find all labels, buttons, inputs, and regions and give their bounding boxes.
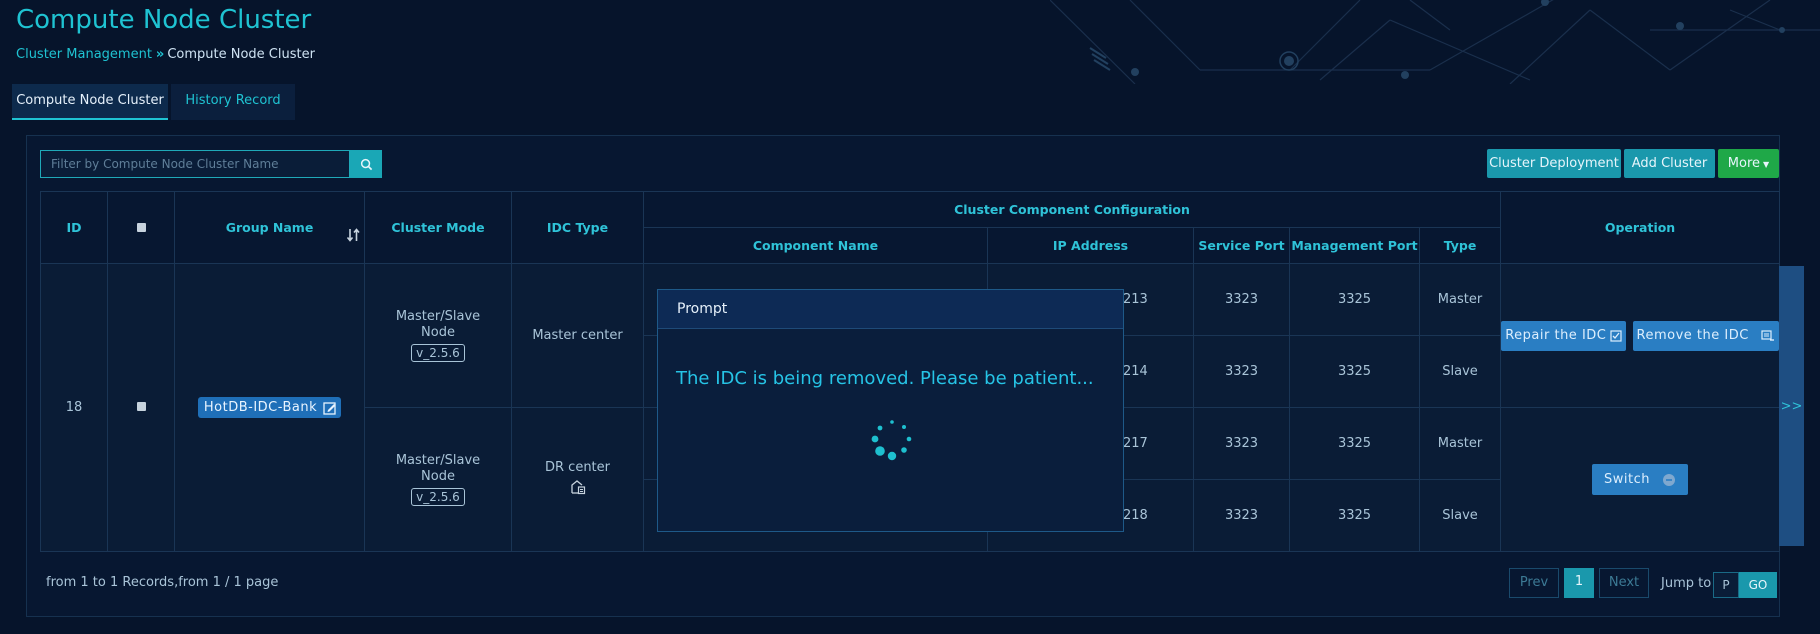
- idc-type-text: DR center: [545, 460, 610, 475]
- cell-select: [107, 263, 175, 552]
- records-info: from 1 to 1 Records,from 1 / 1 page: [46, 575, 279, 590]
- more-dropdown-button[interactable]: More ▼: [1718, 149, 1779, 178]
- search-input[interactable]: [40, 150, 350, 178]
- header-id: ID: [40, 191, 108, 264]
- breadcrumb-current: Compute Node Cluster: [167, 47, 315, 62]
- header-component-name: Component Name: [643, 227, 988, 264]
- jump-to-label: Jump to: [1661, 576, 1712, 591]
- dr-center-icon: [570, 480, 585, 495]
- header-management-port: Management Port: [1289, 227, 1420, 264]
- breadcrumb-link-cluster-management[interactable]: Cluster Management: [16, 47, 152, 62]
- cell-service-port: 3323: [1193, 335, 1290, 408]
- header-operation: Operation: [1500, 191, 1781, 264]
- header-group-name[interactable]: Group Name: [174, 191, 365, 264]
- cell-cluster-mode: Master/Slave Node v_2.5.6: [364, 407, 512, 552]
- cell-group-name: HotDB-IDC-Bank: [174, 263, 365, 552]
- sort-icon[interactable]: [347, 228, 360, 242]
- cell-management-port: 3325: [1289, 407, 1420, 480]
- header-cluster-mode: Cluster Mode: [364, 191, 512, 264]
- search-bar: [40, 150, 382, 178]
- cell-type: Master: [1418, 263, 1502, 336]
- breadcrumb: Cluster Management» Compute Node Cluster: [16, 47, 315, 62]
- cell-management-port: 3325: [1289, 479, 1420, 552]
- header-type: Type: [1418, 227, 1502, 264]
- cluster-mode-text: Master/Slave Node: [395, 453, 481, 484]
- cell-idc-type: DR center: [511, 407, 644, 552]
- add-cluster-button[interactable]: Add Cluster: [1624, 149, 1715, 178]
- cluster-mode-text: Master/Slave Node: [395, 309, 481, 340]
- remove-icon: [1761, 329, 1774, 341]
- group-name-badge[interactable]: HotDB-IDC-Bank: [197, 397, 342, 418]
- cell-id: 18: [40, 263, 108, 552]
- more-button-label: More: [1727, 156, 1761, 171]
- header-service-port: Service Port: [1193, 227, 1290, 264]
- version-tag: v_2.5.6: [411, 488, 465, 506]
- prev-page-button[interactable]: Prev: [1509, 568, 1559, 598]
- remove-idc-button[interactable]: Remove the IDC: [1632, 320, 1779, 351]
- cell-idc-type: Master center: [511, 263, 644, 408]
- version-tag: v_2.5.6: [411, 344, 465, 362]
- cell-cluster-mode: Master/Slave Node v_2.5.6: [364, 263, 512, 408]
- header-group-name-label: Group Name: [225, 220, 314, 235]
- idc-type-text: Master center: [532, 328, 623, 343]
- header-select-all: [107, 191, 175, 264]
- edit-icon[interactable]: [323, 401, 337, 415]
- repair-idc-button[interactable]: Repair the IDC: [1501, 320, 1627, 351]
- repair-icon: [1610, 329, 1622, 342]
- cell-operation-master: Repair the IDC Remove the IDC: [1500, 263, 1781, 408]
- page-header: Compute Node Cluster Cluster Management»…: [0, 0, 1820, 84]
- circuit-decoration: [1050, 0, 1820, 84]
- dialog-title: Prompt: [658, 290, 1123, 329]
- tab-history-record[interactable]: History Record: [171, 84, 295, 120]
- cell-operation-dr: Switch: [1500, 407, 1781, 552]
- page-number-input[interactable]: P: [1713, 572, 1739, 598]
- cell-service-port: 3323: [1193, 479, 1290, 552]
- cell-service-port: 3323: [1193, 263, 1290, 336]
- search-icon: [360, 158, 372, 170]
- header-idc-type: IDC Type: [511, 191, 644, 264]
- header-component-config: Cluster Component Configuration: [642, 191, 1502, 228]
- page-title: Compute Node Cluster: [16, 5, 312, 35]
- select-all-checkbox[interactable]: [136, 223, 146, 232]
- header-ip-address: IP Address: [987, 227, 1194, 264]
- cell-management-port: 3325: [1289, 335, 1420, 408]
- cell-type: Slave: [1418, 335, 1502, 408]
- prompt-dialog: Prompt The IDC is being removed. Please …: [657, 289, 1124, 532]
- cluster-deployment-button[interactable]: Cluster Deployment: [1487, 149, 1621, 178]
- loading-spinner-icon: [871, 420, 912, 461]
- search-button[interactable]: [350, 150, 382, 178]
- next-page-button[interactable]: Next: [1599, 568, 1649, 598]
- cell-management-port: 3325: [1289, 263, 1420, 336]
- switch-icon: [1663, 473, 1675, 486]
- row-checkbox[interactable]: [136, 402, 146, 411]
- tab-compute-node-cluster[interactable]: Compute Node Cluster: [12, 84, 168, 120]
- dialog-message: The IDC is being removed. Please be pati…: [676, 368, 1094, 389]
- cell-type: Master: [1418, 407, 1502, 480]
- switch-button[interactable]: Switch: [1592, 464, 1688, 495]
- breadcrumb-separator-icon: »: [155, 47, 165, 62]
- expand-side-toggle[interactable]: >>: [1779, 266, 1804, 546]
- caret-down-icon: ▼: [1763, 160, 1770, 169]
- go-button[interactable]: GO: [1739, 572, 1777, 598]
- group-name-text: HotDB-IDC-Bank: [203, 400, 318, 415]
- page-1-button[interactable]: 1: [1564, 568, 1594, 598]
- cell-type: Slave: [1418, 479, 1502, 552]
- cell-service-port: 3323: [1193, 407, 1290, 480]
